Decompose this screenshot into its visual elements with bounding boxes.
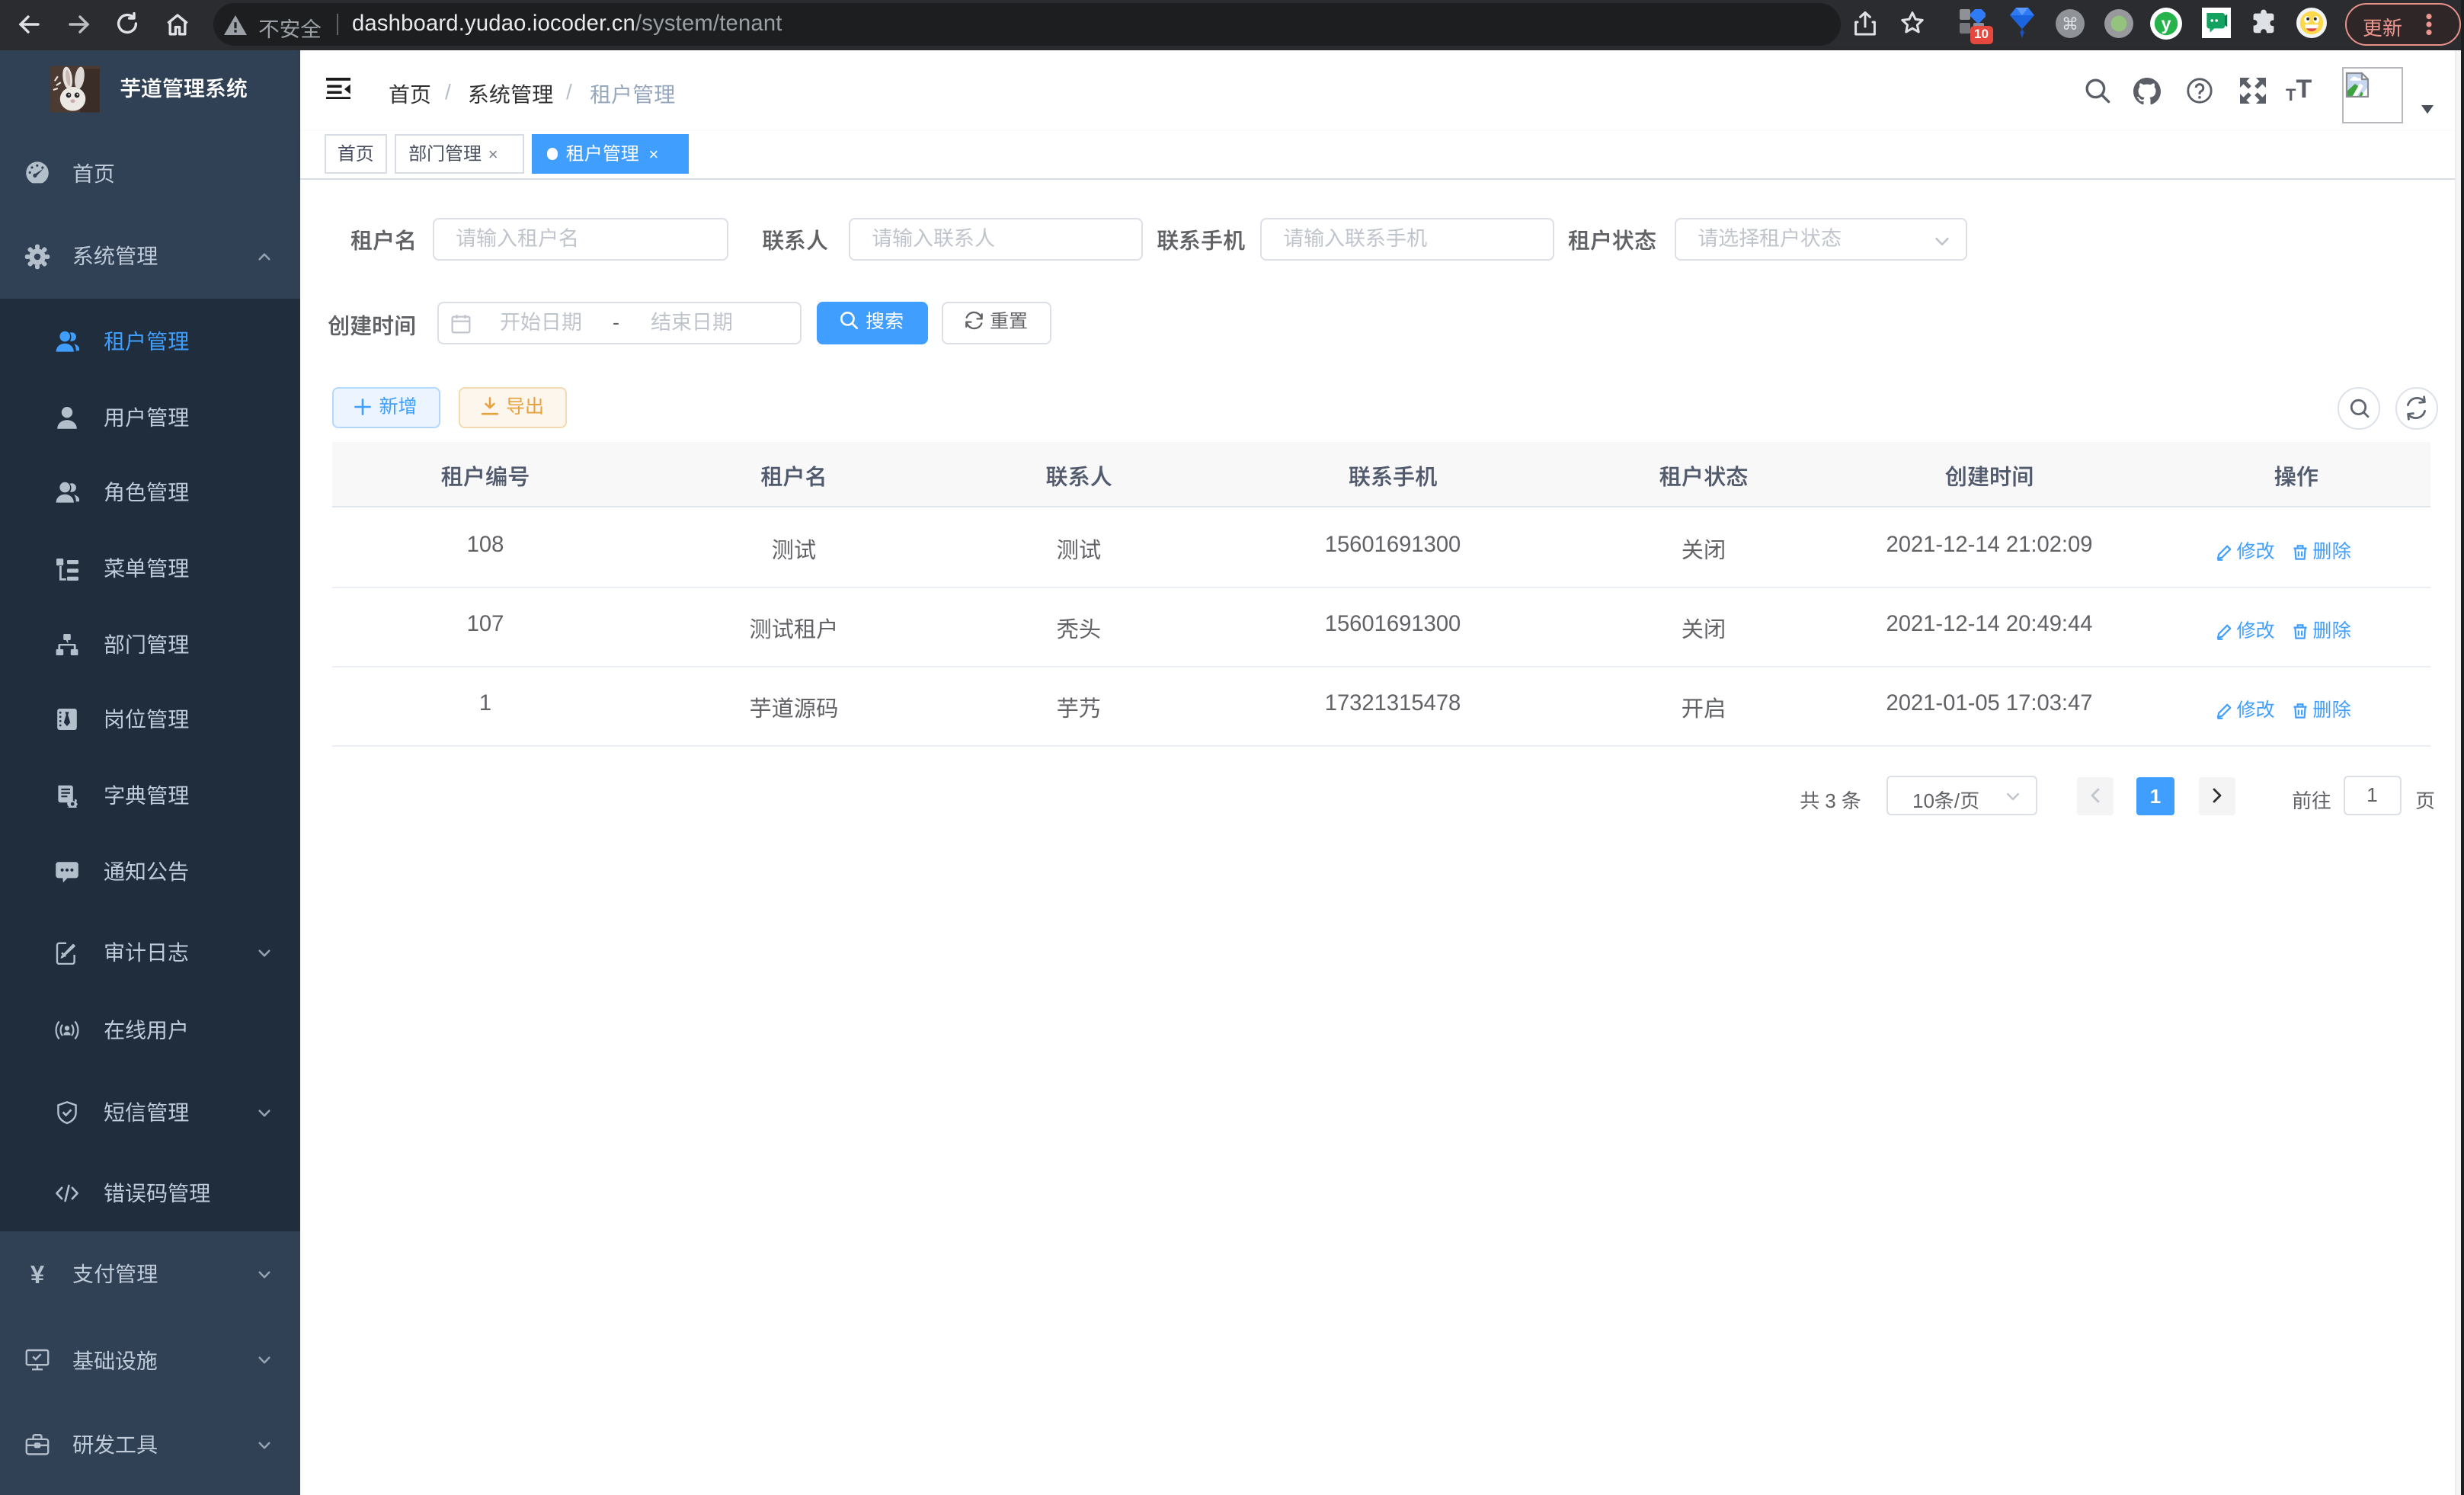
svg-text:⌘: ⌘ xyxy=(2062,14,2078,33)
svg-text:y: y xyxy=(2162,13,2171,33)
svg-text:¥: ¥ xyxy=(30,1261,44,1287)
